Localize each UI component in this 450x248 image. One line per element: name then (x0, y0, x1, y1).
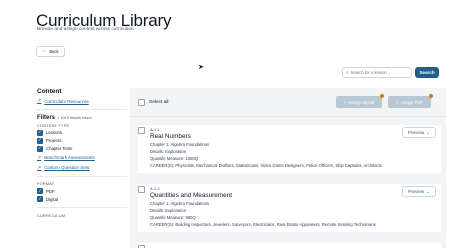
filters-header: Filters • 1019 results found (37, 115, 127, 121)
benchmark-assessments-link[interactable]: ↗ Benchmark Assessments (37, 155, 127, 161)
checkbox-checked-icon[interactable]: ✓ (37, 145, 43, 152)
preview-button[interactable]: Preview ⌄ (402, 186, 436, 197)
select-bar: Select all + Assign Digital + Assign PDF (130, 88, 446, 117)
search-input[interactable] (350, 70, 409, 75)
back-label: Back (49, 49, 59, 54)
search-icon: ⌕ (346, 70, 349, 75)
search-field[interactable]: ⌕ (342, 67, 412, 78)
benchmark-label: Benchmark Assessments (44, 155, 95, 161)
arrow-left-icon: ← (42, 48, 48, 54)
preview-label: Preview (407, 130, 425, 135)
select-all-label: Select all (149, 100, 169, 105)
assign-pdf-label: Assign PDF (400, 99, 424, 105)
lesson-card: A-1.2 Quantities and Measurement Chapter… (138, 184, 441, 232)
filter-pdf[interactable]: ✓ PDF (37, 188, 127, 195)
lesson-quantile: Quantile Measure: 1000Q (150, 156, 198, 161)
filter-label: Digital (46, 196, 58, 202)
external-arrow-icon: ↗ (37, 154, 42, 161)
divider (37, 175, 127, 177)
checkbox-checked-icon[interactable]: ✓ (37, 137, 43, 144)
checkbox-checked-icon[interactable]: ✓ (37, 188, 43, 195)
results-count: • 1019 results found (58, 115, 92, 120)
page: Curriculum Library Browse and assign con… (0, 0, 450, 248)
chevron-down-icon: ⌄ (426, 188, 431, 194)
chevron-down-icon: ⌄ (426, 129, 431, 135)
lesson-careers: CAREER(S): Building Inspectors, Jewelers… (150, 222, 376, 227)
external-arrow-icon: ↗ (37, 164, 42, 171)
format-label: FORMAT (37, 181, 55, 187)
assign-pdf-button[interactable]: + Assign PDF (388, 94, 433, 108)
filter-chapter-tests[interactable]: ✓ Chapter Tests (37, 145, 127, 152)
lesson-details: Details: Exploration (150, 208, 187, 213)
filter-digital[interactable]: ✓ Digital (37, 196, 127, 203)
custom-question-sets-link[interactable]: ↗ Custom Question Sets (37, 165, 127, 171)
lesson-title[interactable]: Quantities and Measurement (150, 192, 232, 199)
lesson-title[interactable]: Real Numbers (150, 133, 191, 140)
lesson-careers: CAREER(S): Physicists, Mechanical Drafte… (150, 163, 382, 168)
mouse-cursor-icon: ➤ (198, 64, 204, 71)
lesson-chapter: Chapter 1: Algebra Foundations (150, 201, 210, 206)
checkbox-checked-icon[interactable]: ✓ (37, 196, 43, 203)
filter-label: Lessons (46, 130, 63, 136)
lesson-card: A-1.1 Real Numbers Chapter 1: Algebra Fo… (138, 125, 441, 173)
assign-digital-label: Assign Digital (348, 99, 375, 105)
filter-lessons[interactable]: ✓ Lessons (37, 129, 127, 136)
filter-label: Projects (46, 138, 62, 144)
filter-projects[interactable]: ✓ Projects (37, 137, 127, 144)
lesson-chapter: Chapter 1: Algebra Foundations (150, 142, 210, 147)
notification-dot (380, 94, 384, 98)
plus-icon: + (395, 99, 399, 105)
preview-button[interactable]: Preview ⌄ (402, 127, 436, 138)
assign-digital-button[interactable]: + Assign Digital (336, 94, 384, 108)
content-heading: Content (37, 88, 62, 95)
sidebar: Content ↗ Curriculum Resources Filters •… (37, 88, 127, 220)
custom-sets-label: Custom Question Sets (44, 165, 90, 171)
preview-label: Preview (407, 189, 425, 194)
lesson-card-partial (138, 243, 441, 248)
page-subtitle: Browse and assign content across curricu… (37, 27, 135, 32)
lesson-quantile: Quantile Measure: 990Q (150, 215, 196, 220)
external-arrow-icon: ↗ (37, 98, 42, 104)
lesson-code: A-1.2 (150, 186, 160, 191)
search-button[interactable]: Search (415, 67, 439, 78)
select-all-checkbox[interactable] (138, 99, 145, 106)
curriculum-resources-label: Curriculum Resources (44, 98, 89, 104)
select-all[interactable]: Select all (138, 99, 168, 106)
curriculum-label: CURRICULUM (37, 212, 66, 218)
lesson-checkbox[interactable] (138, 186, 145, 193)
lesson-checkbox[interactable] (138, 127, 145, 134)
lesson-details: Details: Exploration (150, 149, 187, 154)
filter-label: Chapter Tests (46, 146, 73, 152)
content-type-label: CONTENT TYPE (37, 122, 70, 128)
divider (37, 207, 127, 208)
divider (37, 109, 127, 110)
plus-icon: + (343, 99, 347, 105)
filter-label: PDF (46, 188, 55, 194)
notification-dot (429, 94, 433, 98)
lesson-code: A-1.1 (150, 127, 160, 132)
checkbox-checked-icon[interactable]: ✓ (37, 129, 43, 136)
results-panel: Select all + Assign Digital + Assign PDF… (130, 88, 446, 248)
curriculum-resources-link[interactable]: ↗ Curriculum Resources (37, 98, 127, 104)
filters-heading: Filters (37, 114, 56, 121)
back-button[interactable]: ← Back (36, 46, 65, 57)
